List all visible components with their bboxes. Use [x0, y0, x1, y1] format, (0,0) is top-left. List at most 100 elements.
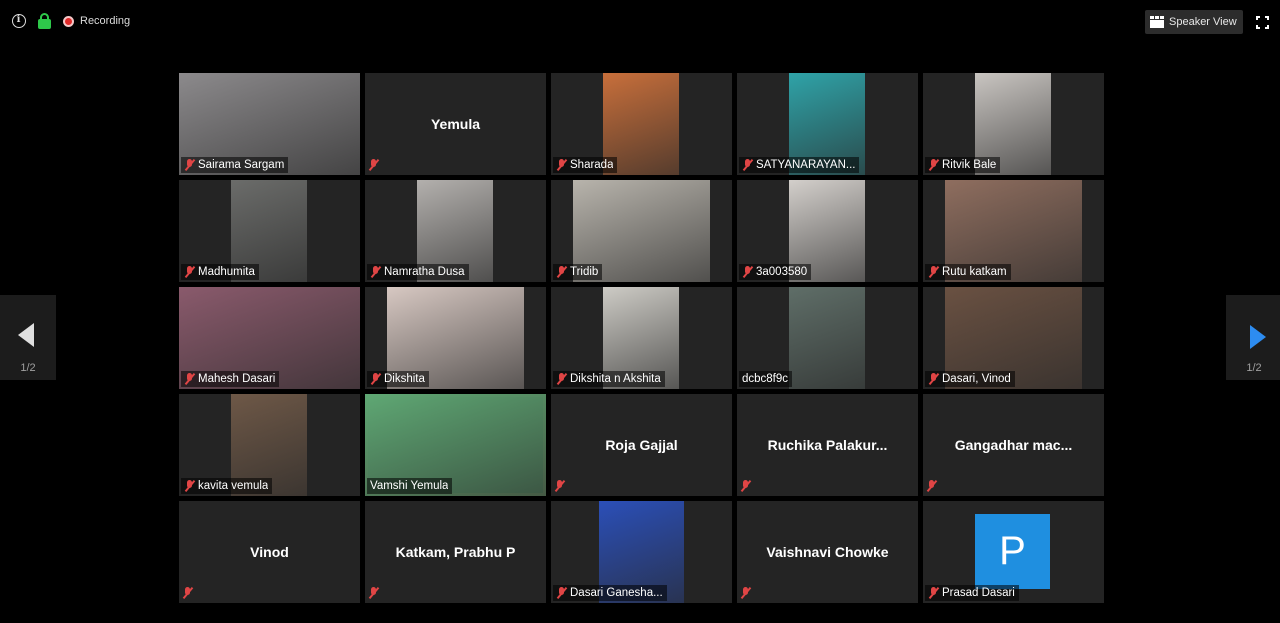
participant-name-label: Dikshita	[367, 371, 429, 387]
top-toolbar: Recording Speaker View	[0, 0, 1280, 44]
mic-muted-icon	[368, 586, 380, 600]
participant-name-label: Dikshita n Akshita	[553, 371, 665, 387]
participant-name-label: Rutu katkam	[925, 264, 1011, 280]
participant-tile[interactable]: kavita vemula	[179, 394, 360, 496]
participant-name-label: Mahesh Dasari	[181, 371, 280, 387]
participant-name-label: kavita vemula	[181, 478, 273, 494]
fullscreen-icon[interactable]	[1256, 16, 1269, 29]
recording-label: Recording	[80, 15, 131, 27]
participant-name: 3a003580	[756, 266, 808, 278]
mic-muted-icon	[184, 479, 196, 493]
participant-name: Yemula	[430, 116, 481, 132]
next-page-button[interactable]: 1/2	[1226, 295, 1280, 380]
participant-name: Vamshi Yemula	[370, 480, 449, 492]
participant-tile[interactable]: Gangadhar mac...	[923, 394, 1104, 496]
mic-muted-icon	[926, 479, 938, 493]
mic-muted-icon	[740, 479, 752, 493]
arrow-right-icon	[1250, 325, 1266, 349]
participant-name-label: Prasad Dasari	[925, 585, 1019, 601]
participant-name: Vinod	[250, 544, 289, 560]
participant-name: Dasari Ganesha...	[570, 587, 663, 599]
participant-name: SATYANARAYAN...	[756, 159, 856, 171]
participant-tile[interactable]: Vamshi Yemula	[365, 394, 546, 496]
participant-tile[interactable]: Dikshita n Akshita	[551, 287, 732, 389]
mic-muted-icon	[928, 372, 940, 386]
mic-muted-icon	[554, 479, 566, 493]
participant-tile[interactable]: Rutu katkam	[923, 180, 1104, 282]
mic-muted-icon	[370, 265, 382, 279]
prev-page-button[interactable]: 1/2	[0, 295, 56, 380]
participant-name-label: Sharada	[553, 157, 618, 173]
page-indicator-right: 1/2	[1246, 362, 1262, 374]
lock-icon[interactable]	[38, 13, 51, 29]
participant-name-label: 3a003580	[739, 264, 812, 280]
participant-tile[interactable]: Dikshita	[365, 287, 546, 389]
participant-name-label: Namratha Dusa	[367, 264, 469, 280]
participant-name: Madhumita	[198, 266, 255, 278]
mic-muted-icon	[184, 158, 196, 172]
arrow-left-icon	[18, 323, 34, 347]
participant-name: Sharada	[570, 159, 614, 171]
participant-tile[interactable]: Dasari, Vinod	[923, 287, 1104, 389]
mic-muted-icon	[370, 372, 382, 386]
participant-name: Mahesh Dasari	[198, 373, 276, 385]
participant-video	[789, 287, 865, 389]
participant-tile[interactable]: SATYANARAYAN...	[737, 73, 918, 175]
participant-name-label: Ritvik Bale	[925, 157, 1001, 173]
participant-name: Katkam, Prabhu P	[395, 544, 516, 560]
mic-muted-icon	[928, 586, 940, 600]
mic-muted-icon	[556, 158, 568, 172]
participant-tile[interactable]: Dasari Ganesha...	[551, 501, 732, 603]
participant-tile[interactable]: dcbc8f9c	[737, 287, 918, 389]
participant-tile[interactable]: Roja Gajjal	[551, 394, 732, 496]
participant-tile[interactable]: Tridib	[551, 180, 732, 282]
participant-tile[interactable]: P Prasad Dasari	[923, 501, 1104, 603]
mic-muted-icon	[928, 265, 940, 279]
participant-name: kavita vemula	[198, 480, 269, 492]
participant-tile[interactable]: Vaishnavi Chowke	[737, 501, 918, 603]
participant-name: Ruchika Palakur...	[767, 437, 888, 453]
speaker-view-label: Speaker View	[1169, 16, 1237, 28]
participant-name: Gangadhar mac...	[954, 437, 1073, 453]
mic-muted-icon	[368, 158, 380, 172]
participant-name: Dasari, Vinod	[942, 373, 1011, 385]
participant-name: Ritvik Bale	[942, 159, 997, 171]
participant-tile[interactable]: 3a003580	[737, 180, 918, 282]
participant-name: Tridib	[570, 266, 599, 278]
speaker-view-button[interactable]: Speaker View	[1145, 10, 1243, 34]
participant-name-label: Vamshi Yemula	[367, 478, 453, 494]
participant-tile[interactable]: Sharada	[551, 73, 732, 175]
participant-name: Roja Gajjal	[605, 437, 678, 453]
page-indicator-left: 1/2	[20, 362, 36, 374]
mic-muted-icon	[556, 586, 568, 600]
mic-muted-icon	[928, 158, 940, 172]
participant-name: Rutu katkam	[942, 266, 1007, 278]
participant-name-label: Sairama Sargam	[181, 157, 289, 173]
participant-name: Prasad Dasari	[942, 587, 1015, 599]
participant-tile[interactable]: Madhumita	[179, 180, 360, 282]
participant-name: Sairama Sargam	[198, 159, 285, 171]
participant-tile[interactable]: Mahesh Dasari	[179, 287, 360, 389]
participant-name-label: Dasari Ganesha...	[553, 585, 667, 601]
participant-name-label: Tridib	[553, 264, 603, 280]
mic-muted-icon	[556, 265, 568, 279]
participant-tile[interactable]: Katkam, Prabhu P	[365, 501, 546, 603]
recording-icon	[63, 16, 74, 27]
participant-tile[interactable]: Vinod	[179, 501, 360, 603]
participant-name-label: SATYANARAYAN...	[739, 157, 860, 173]
participant-tile[interactable]: Ruchika Palakur...	[737, 394, 918, 496]
participant-tile[interactable]: Yemula	[365, 73, 546, 175]
gallery-grid: Sairama Sargam Yemula Sharada SATYANARAYAN.…	[179, 73, 1104, 603]
speaker-view-icon	[1150, 16, 1164, 28]
participant-tile[interactable]: Ritvik Bale	[923, 73, 1104, 175]
participant-name-label: Madhumita	[181, 264, 259, 280]
participant-tile[interactable]: Namratha Dusa	[365, 180, 546, 282]
participant-name: Dikshita n Akshita	[570, 373, 661, 385]
info-icon[interactable]	[12, 14, 26, 28]
mic-muted-icon	[556, 372, 568, 386]
avatar: P	[975, 514, 1050, 589]
participant-name: Namratha Dusa	[384, 266, 465, 278]
mic-muted-icon	[184, 265, 196, 279]
participant-name: dcbc8f9c	[742, 373, 789, 385]
participant-tile[interactable]: Sairama Sargam	[179, 73, 360, 175]
